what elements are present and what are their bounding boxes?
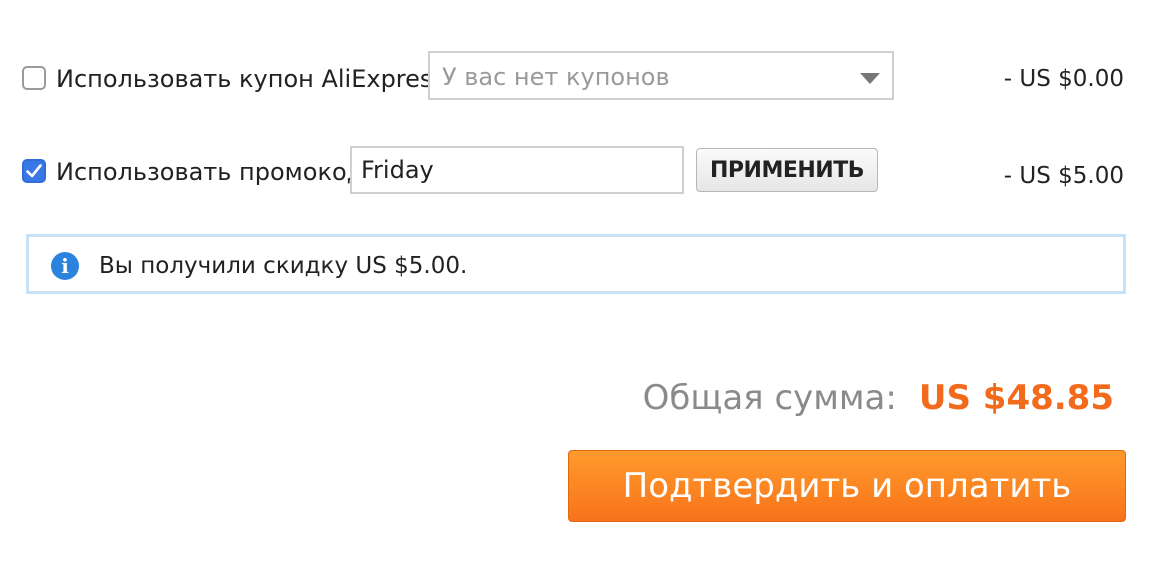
promo-code-input[interactable]	[350, 146, 684, 194]
promo-discount-amount: - US $5.00	[1003, 163, 1124, 189]
coupon-discount-amount: - US $0.00	[1003, 66, 1124, 92]
promo-label: Использовать промокод	[56, 158, 364, 186]
promo-checkbox[interactable]	[22, 159, 46, 183]
apply-promo-button[interactable]: ПРИМЕНИТЬ	[696, 148, 878, 192]
total-value: US $48.85	[918, 378, 1114, 418]
coupon-select[interactable]: У вас нет купонов	[428, 51, 894, 100]
order-total: Общая сумма: US $48.85	[643, 378, 1114, 418]
coupon-label: Использовать купон AliExpress:	[56, 65, 454, 93]
total-label: Общая сумма:	[642, 378, 897, 418]
confirm-and-pay-button[interactable]: Подтвердить и оплатить	[568, 450, 1126, 522]
coupon-select-value: У вас нет купонов	[442, 63, 670, 91]
order-summary-panel: Использовать купон AliExpress: У вас нет…	[0, 0, 1150, 570]
coupon-checkbox[interactable]	[22, 66, 46, 90]
discount-info-box: i Вы получили скидку US $5.00.	[26, 234, 1126, 294]
checkmark-icon	[26, 164, 42, 178]
discount-info-message: Вы получили скидку US $5.00.	[99, 253, 468, 279]
chevron-down-icon	[860, 73, 880, 84]
info-icon: i	[51, 252, 79, 280]
